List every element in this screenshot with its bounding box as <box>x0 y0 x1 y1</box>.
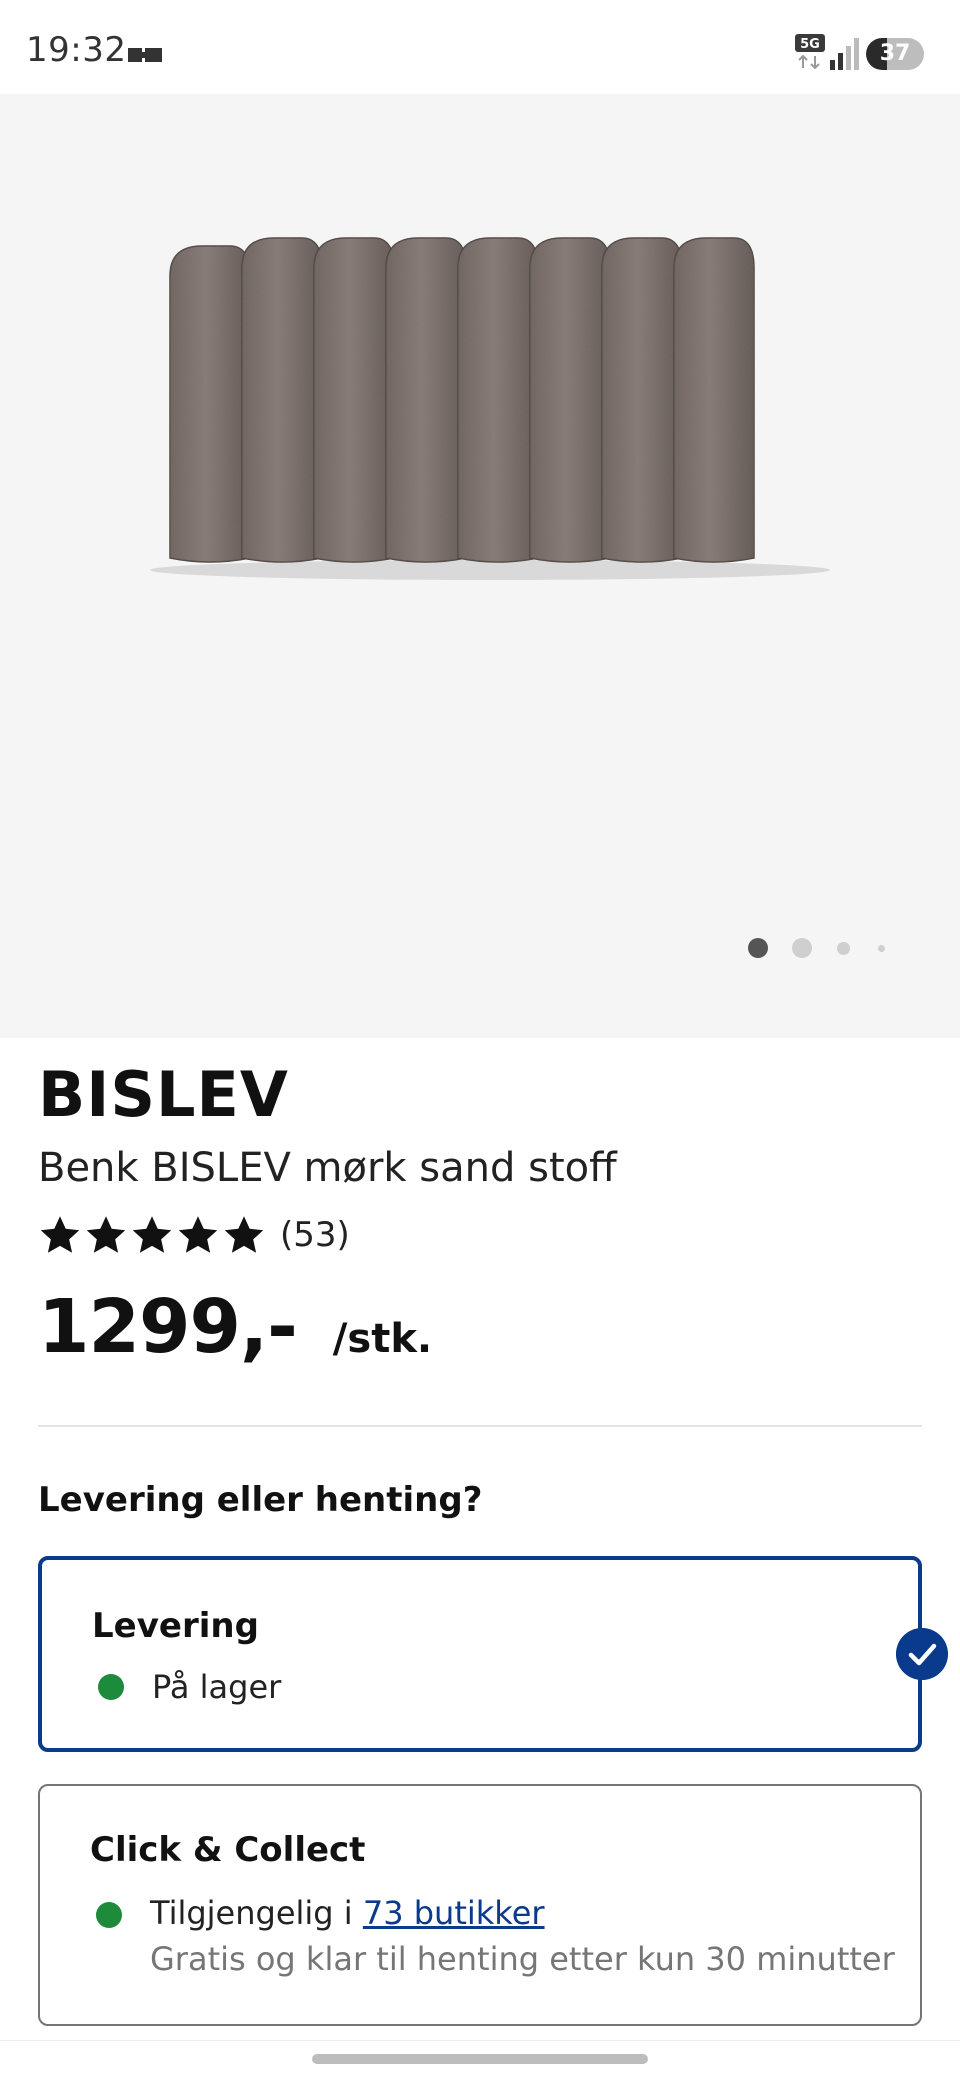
divider <box>38 1425 922 1427</box>
product-rating[interactable]: (53) <box>38 1210 350 1260</box>
fabric-texture <box>602 238 682 562</box>
home-indicator[interactable] <box>312 2054 648 2064</box>
delivery-stock-status: På lager <box>152 1668 282 1706</box>
star-icon <box>40 1216 80 1253</box>
in-stock-indicator <box>98 1674 124 1700</box>
star-icon <box>224 1216 264 1253</box>
star-icon <box>86 1216 126 1253</box>
product-price: 1299,- /stk. <box>38 1284 432 1370</box>
rating-stars <box>38 1213 266 1257</box>
status-bar: 19:32 5G 37 <box>0 0 960 94</box>
click-collect-title: Click & Collect <box>90 1830 366 1870</box>
gallery-dot-1[interactable] <box>748 938 768 958</box>
svg-text:5G: 5G <box>800 37 820 52</box>
gallery-dot-3[interactable] <box>837 942 850 955</box>
price-unit: /stk. <box>332 1316 433 1362</box>
click-collect-option-card[interactable]: Click & Collect Tilgjengelig i 73 butikk… <box>38 1784 922 2026</box>
product-image-gallery[interactable] <box>0 94 960 1038</box>
fabric-texture <box>314 238 394 562</box>
battery-percent: 37 <box>879 41 911 66</box>
fabric-texture <box>530 238 610 562</box>
battery-icon: 37 <box>866 38 924 70</box>
price-value: 1299,- <box>38 1284 298 1370</box>
product-description: Benk BISLEV mørk sand stoff <box>38 1145 617 1191</box>
fabric-texture <box>674 238 754 562</box>
gallery-dot-2[interactable] <box>792 938 812 958</box>
star-icon <box>178 1216 218 1253</box>
star-icon <box>132 1216 172 1253</box>
available-indicator <box>96 1902 122 1928</box>
fabric-texture <box>242 238 322 562</box>
fabric-texture <box>170 246 250 562</box>
fabric-texture <box>458 238 538 562</box>
product-name: BISLEV <box>38 1058 289 1131</box>
availability-prefix: Tilgjengelig i <box>150 1894 363 1932</box>
pickup-note: Gratis og klar til henting etter kun 30 … <box>150 1940 895 1978</box>
media-icon <box>128 48 162 62</box>
delivery-option-card[interactable]: Levering På lager <box>38 1556 922 1752</box>
fulfilment-title: Levering eller henting? <box>38 1480 483 1520</box>
signal-icon <box>830 38 859 70</box>
selected-check-icon <box>896 1628 948 1680</box>
rating-count: (53) <box>280 1215 350 1255</box>
status-time: 19:32 <box>26 30 127 70</box>
product-image <box>150 237 830 580</box>
stores-link[interactable]: 73 butikker <box>363 1894 545 1932</box>
fabric-texture <box>386 238 466 562</box>
gallery-pagination[interactable] <box>740 936 900 960</box>
network-5g-icon: 5G <box>795 34 825 70</box>
gallery-dot-4[interactable] <box>878 945 885 952</box>
delivery-option-title: Levering <box>92 1606 259 1646</box>
availability-line: Tilgjengelig i 73 butikker <box>150 1894 545 1932</box>
